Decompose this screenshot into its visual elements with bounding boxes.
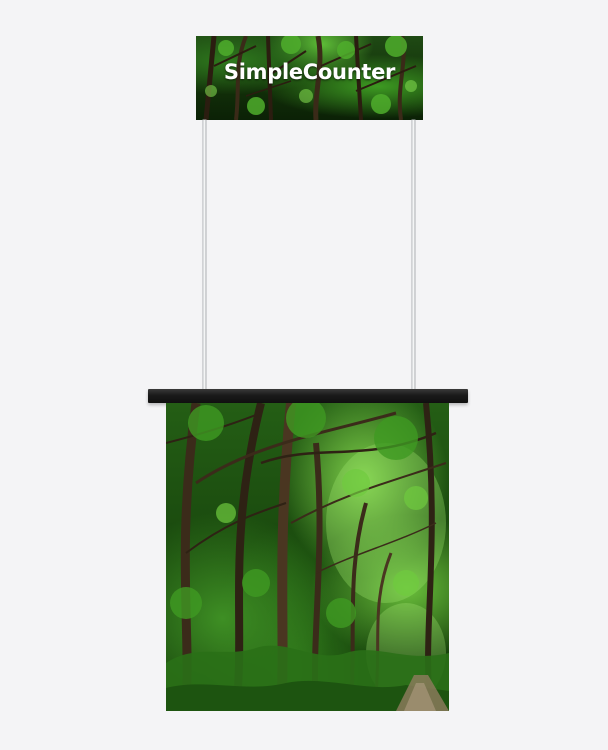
header-banner: SimpleCounter bbox=[196, 36, 423, 120]
countertop bbox=[148, 389, 468, 403]
product-display: SimpleCounter bbox=[0, 0, 608, 750]
forest-path-graphic bbox=[166, 403, 449, 711]
brand-logo-text: SimpleCounter bbox=[223, 60, 396, 84]
counter-body-graphic bbox=[166, 403, 449, 711]
support-pole-right bbox=[412, 120, 415, 390]
support-pole-left bbox=[203, 120, 206, 390]
